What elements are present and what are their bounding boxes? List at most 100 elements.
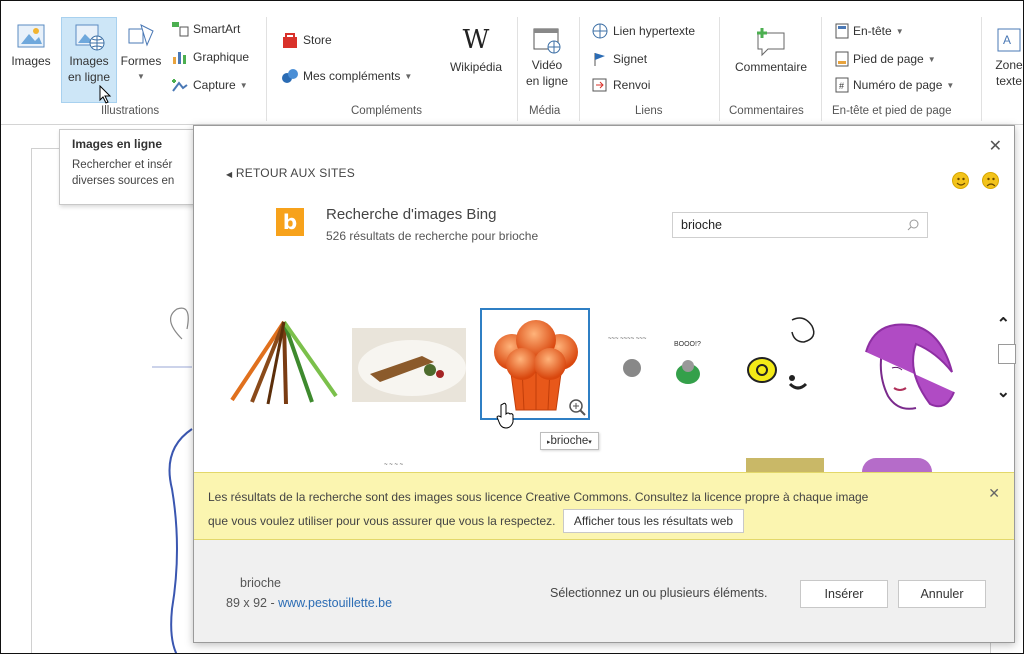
hover-label-text: brioche: [550, 435, 589, 447]
chevron-down-icon: ▼: [404, 71, 413, 81]
frown-feedback-icon[interactable]: [982, 172, 999, 189]
svg-text:BOOO!?: BOOO!?: [674, 341, 701, 348]
bookmark-label: Signet: [613, 52, 648, 66]
footer-icon: [835, 51, 849, 67]
separator: [579, 17, 580, 121]
header-label: En-tête: [853, 24, 892, 38]
comment-button[interactable]: Commentaire: [723, 25, 819, 75]
license-banner: Les résultats de la recherche sont des i…: [194, 472, 1014, 540]
chip-caret-right: ▾: [588, 439, 592, 446]
online-images-button[interactable]: Images en ligne: [61, 19, 117, 85]
image-results-grid: ~~~ ~~~~ ~~~ BOOO!? ⌃ ⌄ ~ ~ ~ ~: [194, 302, 1016, 472]
separator: [517, 17, 518, 121]
result-image-plate[interactable]: [352, 328, 466, 402]
separator: [821, 17, 822, 121]
chevron-down-icon: ▼: [895, 26, 904, 36]
textbox-icon: A: [997, 28, 1021, 52]
globe-link-icon: [592, 23, 608, 39]
addins-icon: [282, 69, 298, 83]
textbox-button[interactable]: A Zone texte: [985, 25, 1023, 89]
chevron-down-icon: ▼: [946, 80, 955, 90]
smartart-button[interactable]: SmartArt: [171, 21, 240, 37]
image-dimensions: 89 x 92 -: [226, 596, 279, 610]
chevron-down-icon: ▼: [239, 80, 248, 90]
screenshot-label: Capture: [193, 78, 236, 92]
online-images-label2: en ligne: [67, 70, 111, 84]
footer-button[interactable]: Pied de page ▼: [835, 51, 936, 67]
select-all-checkbox[interactable]: [998, 344, 1016, 364]
search-input[interactable]: brioche: [672, 212, 928, 238]
picture-icon: [17, 24, 45, 48]
scroll-down-icon[interactable]: ⌄: [997, 382, 1010, 402]
video-label1: Vidéo: [531, 58, 563, 72]
video-icon: [533, 28, 561, 54]
store-button[interactable]: Store: [281, 31, 332, 49]
smartart-label: SmartArt: [193, 22, 241, 36]
svg-text:#: #: [839, 81, 844, 91]
wikipedia-button[interactable]: W Wikipédia: [441, 25, 511, 75]
image-source-link[interactable]: www.pestouillette.be: [278, 596, 392, 610]
separator: [981, 17, 982, 121]
frown-icon: [986, 177, 996, 187]
page-number-label: Numéro de page: [853, 78, 943, 92]
close-button[interactable]: ✕: [989, 136, 1002, 156]
online-images-dialog: ✕ ◀ RETOUR AUX SITES b Recherche d'image…: [193, 125, 1016, 643]
hand-cursor-icon: [496, 402, 514, 429]
bookmark-button[interactable]: Signet: [591, 51, 647, 67]
online-picture-icon: [75, 24, 105, 51]
crossref-button[interactable]: Renvoi: [591, 77, 650, 93]
store-label: Store: [303, 33, 332, 47]
shapes-label: Formes: [120, 54, 162, 68]
addins-group-label: Compléments: [351, 105, 422, 117]
header-footer-group-label: En-tête et pied de page: [832, 105, 952, 117]
hover-label-chip: ▸brioche▾: [540, 432, 599, 450]
smartart-icon: [172, 22, 189, 37]
partial-thumb-tan: [746, 458, 824, 472]
comment-label: Commentaire: [734, 60, 808, 74]
bar-chart-icon: [173, 52, 186, 64]
result-image-doodle[interactable]: [732, 312, 832, 404]
search-icon[interactable]: [907, 219, 919, 231]
partial-thumb-purple: [862, 458, 932, 472]
page-number-button[interactable]: # Numéro de page ▼: [835, 77, 954, 93]
smile-feedback-icon[interactable]: [952, 172, 969, 189]
back-label: RETOUR AUX SITES: [235, 166, 355, 180]
bing-title: Recherche d'images Bing: [326, 206, 497, 223]
bing-logo-icon: b: [276, 208, 304, 236]
result-image-woman-profile[interactable]: [846, 312, 958, 420]
show-all-web-results-button[interactable]: Afficher tous les résultats web: [562, 509, 745, 533]
images-button[interactable]: Images: [7, 19, 55, 69]
chart-button[interactable]: Graphique: [171, 49, 249, 65]
my-addins-button[interactable]: Mes compléments ▼: [281, 67, 412, 85]
search-value: brioche: [681, 218, 722, 232]
results-count: 526 résultats de recherche pour brioche: [326, 229, 539, 243]
comments-group-label: Commentaires: [729, 105, 804, 117]
shapes-icon: [128, 24, 154, 47]
header-button[interactable]: En-tête ▼: [835, 23, 904, 39]
mouse-cursor-icon: [99, 85, 112, 104]
back-to-sites-link[interactable]: ◀ RETOUR AUX SITES: [226, 166, 355, 180]
partial-thumb-text: ~ ~ ~ ~: [384, 462, 404, 468]
illustrations-group-label: Illustrations: [101, 105, 160, 117]
zoom-in-icon[interactable]: [568, 398, 586, 416]
selected-image-meta: 89 x 92 - www.pestouillette.be: [226, 596, 392, 610]
crossref-label: Renvoi: [613, 78, 651, 92]
cancel-button[interactable]: Annuler: [898, 580, 986, 608]
textbox-label1: Zone: [995, 58, 1023, 72]
banner-close-button[interactable]: ✕: [988, 481, 1000, 505]
comment-icon: [757, 28, 785, 57]
result-image-sticks[interactable]: [228, 316, 340, 406]
scroll-up-icon[interactable]: ⌃: [997, 314, 1010, 334]
shapes-button[interactable]: Formes ▼: [117, 19, 165, 85]
svg-text:~~~ ~~~~ ~~~: ~~~ ~~~~ ~~~: [608, 336, 647, 342]
online-video-button[interactable]: Vidéo en ligne: [521, 25, 573, 89]
result-image-cartoon[interactable]: ~~~ ~~~~ ~~~ BOOO!?: [604, 324, 716, 402]
screenshot-icon: [172, 79, 188, 92]
svg-text:A: A: [1003, 33, 1011, 47]
separator: [719, 17, 720, 121]
insert-button[interactable]: Insérer: [800, 580, 888, 608]
my-addins-label: Mes compléments: [303, 69, 401, 83]
footer-label: Pied de page: [853, 52, 924, 66]
screenshot-button[interactable]: Capture ▼: [171, 77, 248, 93]
hyperlink-button[interactable]: Lien hypertexte: [591, 23, 695, 39]
